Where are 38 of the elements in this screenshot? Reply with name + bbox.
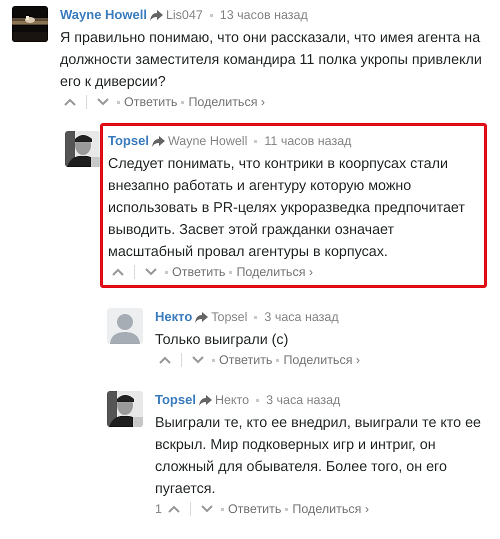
- author-link[interactable]: Wayne Howell: [60, 6, 147, 24]
- share-link[interactable]: Поделиться ›: [283, 351, 360, 369]
- share-link[interactable]: Поделиться ›: [188, 93, 266, 111]
- reply-link[interactable]: Ответить: [219, 351, 272, 369]
- reply-to-link[interactable]: Wayne Howell: [168, 132, 248, 150]
- author-link[interactable]: Некто: [155, 308, 192, 326]
- reply-to-link[interactable]: Lis047: [166, 6, 203, 24]
- reply-to-link[interactable]: Некто: [214, 391, 250, 409]
- reply-arrow-icon: [152, 136, 165, 146]
- author-link[interactable]: Topsel: [108, 132, 149, 150]
- comment-text: Следует понимать, что контрики в коорпусах стали внезапно работать и агентуру которую можно использовать в PR-целях укроразведка предпочитает выводить. Засвет этой гражданки означает масштабный провал агентуры в корпусах.: [108, 155, 466, 262]
- reply-link[interactable]: Ответить: [124, 93, 178, 111]
- avatar-icon: [107, 308, 143, 344]
- upvote-icon[interactable]: [112, 268, 124, 276]
- comment-text: Я правильно понимаю, что они рассказали, что имея агента на должности заместителя командира 11 полка укропы привлекли его к диверсии?: [60, 29, 483, 92]
- reply-link[interactable]: Ответить: [172, 263, 226, 281]
- downvote-icon[interactable]: [192, 356, 204, 364]
- upvote-icon[interactable]: [159, 356, 171, 364]
- downvote-icon[interactable]: [200, 505, 213, 513]
- downvote-icon[interactable]: [145, 268, 157, 276]
- comment-text: Выиграли те, кто ее внедрил, выиграли те кто ее вскрыл. Мир подковерных игр и интриг, он сложный для обывателя. Более того, он его пугается.: [155, 414, 482, 499]
- reply-to-link[interactable]: Topsel: [211, 308, 248, 326]
- reply-arrow-icon: [198, 394, 212, 406]
- timestamp[interactable]: 13 часов назад: [220, 6, 308, 24]
- author-link[interactable]: Topsel: [155, 391, 196, 409]
- share-link[interactable]: Поделиться ›: [292, 500, 370, 518]
- share-link[interactable]: Поделиться ›: [236, 263, 314, 281]
- reply-link[interactable]: Ответить: [228, 500, 282, 518]
- timestamp[interactable]: 3 часа назад: [266, 391, 340, 409]
- downvote-icon[interactable]: [97, 98, 109, 106]
- upvote-icon[interactable]: [168, 505, 180, 513]
- comment-text: Только выиграли (с): [155, 331, 290, 350]
- vote-count: 1: [155, 501, 162, 518]
- reply-arrow-icon: [150, 10, 163, 20]
- upvote-icon[interactable]: [64, 98, 76, 106]
- timestamp[interactable]: 3 часа назад: [264, 308, 339, 326]
- timestamp[interactable]: 11 часов назад: [264, 132, 352, 150]
- reply-arrow-icon: [195, 312, 208, 322]
